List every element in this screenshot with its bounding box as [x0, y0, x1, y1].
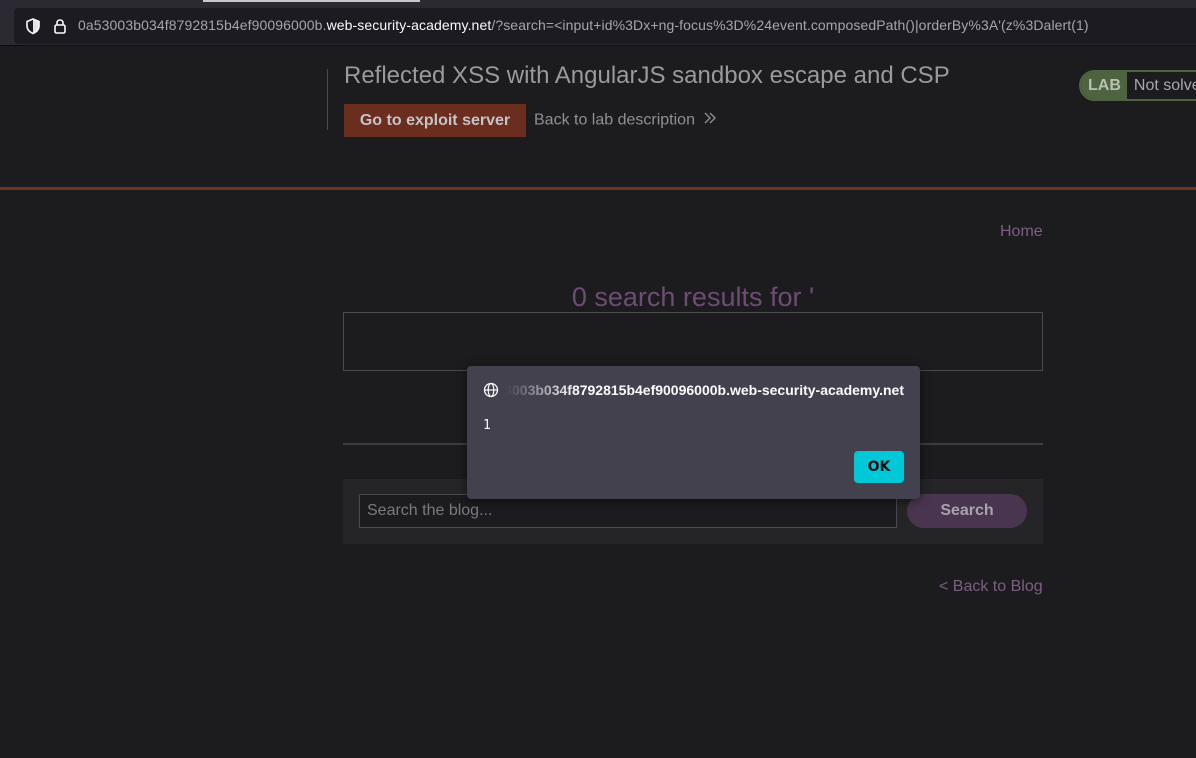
url-text[interactable]: 0a53003b034f8792815b4ef90096000b.web-sec…: [78, 17, 1089, 33]
shield-icon[interactable]: [24, 17, 42, 35]
active-tab-indicator[interactable]: [203, 0, 420, 2]
back-to-lab-description-link[interactable]: Back to lab description: [534, 111, 717, 130]
search-input[interactable]: [359, 494, 897, 528]
lab-status-badge: LAB Not solved: [1079, 70, 1196, 101]
url-host: web-security-academy.net: [326, 17, 492, 33]
dialog-origin: 0a53003b034f8792815b4ef90096000b.web-sec…: [506, 382, 904, 398]
lab-status-text: Not solved: [1126, 72, 1196, 99]
back-to-blog-link[interactable]: < Back to Blog: [939, 578, 1043, 596]
dialog-message: 1: [483, 418, 491, 433]
ok-button[interactable]: OK: [854, 451, 904, 483]
header-divider: [327, 69, 328, 130]
lock-icon[interactable]: [51, 17, 69, 35]
globe-icon: [483, 382, 499, 398]
exploit-server-button[interactable]: Go to exploit server: [344, 104, 526, 137]
chevron-right-icon: [703, 111, 717, 130]
lab-header: Reflected XSS with AngularJS sandbox esc…: [0, 46, 1196, 190]
dialog-origin-text: 0a53003b034f8792815b4ef90096000b.web-sec…: [506, 382, 904, 398]
lab-tag: LAB: [1081, 72, 1127, 99]
back-to-lab-label: Back to lab description: [534, 111, 695, 129]
browser-toolbar: 0a53003b034f8792815b4ef90096000b.web-sec…: [0, 0, 1196, 46]
url-prefix: 0a53003b034f8792815b4ef90096000b.: [78, 17, 327, 33]
search-results-heading: 0 search results for ': [571, 282, 815, 312]
results-container: [343, 312, 1043, 371]
home-link[interactable]: Home: [1000, 223, 1043, 241]
url-path: /?search=<input+id%3Dx+ng-focus%3D%24eve…: [491, 17, 1089, 33]
search-button[interactable]: Search: [907, 494, 1027, 528]
alert-dialog: 0a53003b034f8792815b4ef90096000b.web-sec…: [467, 366, 920, 499]
url-bar[interactable]: 0a53003b034f8792815b4ef90096000b.web-sec…: [14, 8, 1196, 44]
lab-title: Reflected XSS with AngularJS sandbox esc…: [344, 62, 950, 89]
